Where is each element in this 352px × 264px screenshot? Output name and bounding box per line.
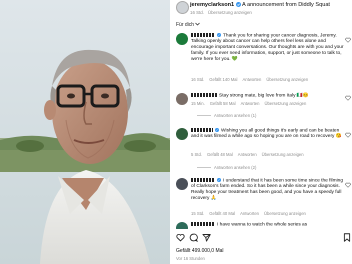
comment-text-block: ✓ Wishing you all good things it's early … bbox=[191, 128, 345, 140]
comment: I have wanna to watch the whole series a… bbox=[176, 222, 352, 229]
comment-meta: 5 Std. Gefällt 48 Mal Antworten Übersetzung… bbox=[191, 152, 304, 157]
post-caption-line: jeremyclarkson1 A announcement from Didd… bbox=[190, 2, 330, 8]
see-translation-button[interactable]: Übersetzung anzeigen bbox=[264, 211, 306, 216]
view-replies-button[interactable]: Antworten ansehen (1) bbox=[197, 113, 256, 118]
reply-button[interactable]: Antworten bbox=[238, 152, 257, 157]
author-username[interactable]: jeremyclarkson1 bbox=[190, 2, 234, 8]
comment-age: 15 Min. bbox=[191, 101, 205, 106]
post-header: jeremyclarkson1 A announcement from Didd… bbox=[176, 1, 352, 23]
heart-icon[interactable] bbox=[345, 95, 351, 101]
bookmark-icon[interactable] bbox=[343, 233, 351, 242]
post-likes-count[interactable]: Gefällt 499.000,0 Mal bbox=[176, 248, 224, 254]
see-translation-button[interactable]: Übersetzung anzeigen bbox=[266, 77, 308, 82]
comment-text: Stay strong mate, big love from Italy 🇮🇹… bbox=[219, 93, 309, 99]
heart-icon[interactable] bbox=[345, 132, 351, 138]
verified-icon: ✓ bbox=[217, 33, 221, 37]
comments-panel: jeremyclarkson1 A announcement from Didd… bbox=[170, 0, 352, 264]
see-translation-button[interactable]: Übersetzung anzeigen bbox=[264, 101, 306, 106]
comment-age: 15 Std. bbox=[191, 211, 205, 216]
post-see-translation[interactable]: Übersetzung anzeigen bbox=[208, 10, 252, 15]
commenter-avatar[interactable] bbox=[176, 93, 188, 105]
author-avatar[interactable] bbox=[176, 1, 189, 14]
commenter-avatar[interactable] bbox=[176, 128, 188, 140]
verified-icon: ✓ bbox=[215, 128, 219, 132]
commenter-avatar[interactable] bbox=[176, 222, 188, 229]
share-icon[interactable] bbox=[202, 233, 211, 242]
comment-likes[interactable]: Gefällt 58 Mal bbox=[210, 101, 236, 106]
comment-meta: 15 Min. Gefällt 58 Mal Antworten Übersetzun… bbox=[191, 101, 306, 106]
comment-text-block: ✓ Thank you for sharing your cancer diagn… bbox=[191, 33, 345, 63]
sort-label: Für dich bbox=[176, 22, 195, 28]
post-action-bar bbox=[176, 233, 352, 243]
comment-icon[interactable] bbox=[189, 233, 198, 242]
instagram-post-view: jeremyclarkson1 A announcement from Didd… bbox=[0, 0, 352, 264]
post-meta: 16 Std. Übersetzung anzeigen bbox=[190, 10, 252, 15]
comment-age: 16 Std. bbox=[191, 77, 205, 82]
chevron-down-icon bbox=[195, 22, 201, 26]
comment-meta: 16 Std. Gefällt 140 Mal Antworten Übersetzu… bbox=[191, 77, 308, 82]
video-frame bbox=[0, 0, 170, 264]
post-timestamp: Vor 16 Stunden bbox=[176, 256, 205, 261]
comment-text: I have wanna to watch the whole series a… bbox=[217, 222, 308, 228]
comment-likes[interactable]: Gefällt 48 Mal bbox=[207, 152, 233, 157]
view-replies-button[interactable]: Antworten ansehen (2) bbox=[197, 165, 256, 170]
verified-icon bbox=[235, 2, 241, 8]
comment-likes[interactable]: Gefällt 140 Mal bbox=[209, 77, 237, 82]
commenter-username[interactable] bbox=[191, 128, 213, 132]
comment-text-block: ✓ I understand that it has been some time… bbox=[191, 178, 345, 202]
commenter-username[interactable] bbox=[191, 33, 215, 37]
post-age: 16 Std. bbox=[190, 10, 204, 15]
reply-button[interactable]: Antworten bbox=[241, 101, 260, 106]
see-translation-button[interactable]: Übersetzung anzeigen bbox=[262, 152, 304, 157]
comment-text: Thank you for sharing your cancer diagno… bbox=[191, 33, 344, 62]
heart-icon[interactable] bbox=[176, 233, 185, 242]
commenter-avatar[interactable] bbox=[176, 33, 188, 45]
comment-age: 5 Std. bbox=[191, 152, 202, 157]
reply-button[interactable]: Antworten bbox=[242, 77, 261, 82]
sort-selector[interactable]: Für dich bbox=[176, 22, 201, 28]
commenter-username[interactable] bbox=[191, 222, 215, 226]
post-video[interactable] bbox=[0, 0, 170, 264]
verified-icon: ✓ bbox=[217, 178, 221, 182]
post-caption: A announcement from Diddly Squat bbox=[241, 2, 330, 8]
reply-button[interactable]: Antworten bbox=[240, 211, 259, 216]
comment-text: Wishing you all good things it's early a… bbox=[191, 128, 342, 140]
comment-meta: 15 Std. Gefällt 40 Mal Antworten Übersetzun… bbox=[191, 211, 306, 216]
commenter-username[interactable] bbox=[191, 178, 215, 182]
comment-text-block: Stay strong mate, big love from Italy 🇮🇹… bbox=[191, 93, 345, 99]
commenter-avatar[interactable] bbox=[176, 178, 188, 190]
heart-icon[interactable] bbox=[345, 182, 351, 188]
commenter-username[interactable] bbox=[191, 93, 217, 97]
comment-text-block: I have wanna to watch the whole series a… bbox=[191, 222, 345, 228]
heart-icon[interactable] bbox=[345, 37, 351, 43]
comment-likes[interactable]: Gefällt 40 Mal bbox=[209, 211, 235, 216]
